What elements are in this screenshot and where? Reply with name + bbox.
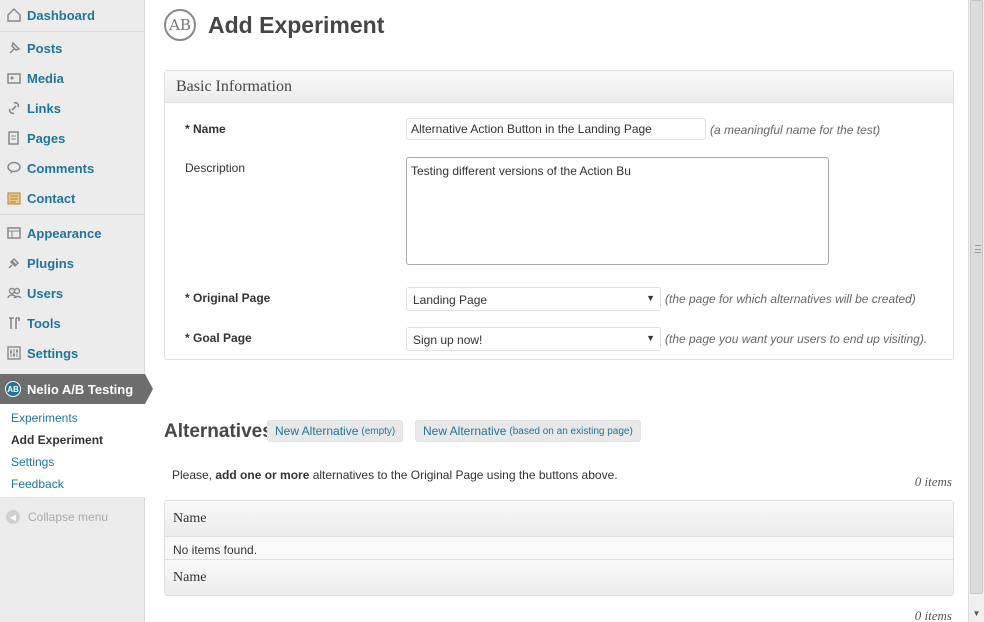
sidebar-item-label: Users — [27, 285, 64, 301]
sidebar-item-dashboard[interactable]: Dashboard — [0, 0, 145, 30]
sidebar-item-users[interactable]: Users — [0, 278, 145, 308]
vertical-scrollbar[interactable]: ▼ — [968, 0, 984, 622]
page-title: Add Experiment — [208, 12, 385, 38]
sidebar-item-pages[interactable]: Pages — [0, 123, 145, 153]
goal-page-value: Sign up now! — [413, 333, 483, 347]
sidebar-item-label: Plugins — [27, 255, 74, 271]
scroll-down-arrow-icon[interactable]: ▼ — [970, 606, 983, 620]
description-textarea[interactable]: Testing different versions of the Action… — [406, 157, 829, 265]
media-icon — [6, 70, 22, 86]
table-footer-name[interactable]: Name — [165, 559, 953, 595]
submenu-add-experiment[interactable]: Add Experiment — [11, 433, 103, 447]
sidebar-item-media[interactable]: Media — [0, 63, 145, 93]
dashboard-icon — [6, 7, 22, 23]
sidebar-item-tools[interactable]: Tools — [0, 308, 145, 338]
sidebar-item-label: Settings — [27, 345, 79, 361]
settings-icon — [6, 345, 22, 361]
notice-text: alternatives to the Original Page using … — [309, 468, 618, 482]
sidebar-item-contact[interactable]: Contact — [0, 183, 145, 213]
sidebar-item-label: Links — [27, 100, 61, 116]
main-content: AB Add Experiment Basic Information * Na… — [146, 0, 968, 622]
button-sublabel: (based on an existing page) — [509, 425, 633, 437]
name-hint: (a meaningful name for the test) — [710, 123, 881, 137]
contact-icon — [6, 190, 22, 206]
sidebar-item-appearance[interactable]: Appearance — [0, 218, 145, 248]
notice-bold-text: add one or more — [215, 468, 310, 482]
sidebar-item-label: Contact — [27, 190, 76, 206]
original-page-select[interactable]: Landing Page ▼ — [406, 287, 661, 311]
collapse-menu-button[interactable]: ◀ Collapse menu — [6, 510, 108, 524]
goal-page-label: * Goal Page — [185, 331, 252, 345]
sidebar-item-settings[interactable]: Settings — [0, 338, 145, 368]
items-count-bottom: 0 items — [914, 608, 952, 622]
sidebar-item-label: Pages — [27, 130, 66, 146]
admin-sidebar: Dashboard Posts Media Links Pages Commen… — [0, 0, 153, 622]
dropdown-arrow-icon: ▼ — [646, 333, 655, 343]
table-header-name[interactable]: Name — [165, 501, 953, 537]
sidebar-item-links[interactable]: Links — [0, 93, 145, 123]
link-icon — [6, 100, 22, 116]
sidebar-item-label: Media — [27, 70, 64, 86]
new-alternative-empty-button[interactable]: New Alternative (empty) — [267, 420, 404, 442]
submenu-feedback[interactable]: Feedback — [11, 477, 64, 491]
plugin-icon — [6, 255, 22, 271]
name-input[interactable] — [406, 118, 706, 140]
tools-icon — [6, 315, 22, 331]
sidebar-item-label: Dashboard — [27, 7, 95, 23]
comment-icon — [6, 160, 22, 176]
sidebar-item-label: Posts — [27, 40, 63, 56]
alternatives-title: Alternatives — [164, 421, 273, 442]
name-label: * Name — [185, 122, 226, 136]
original-page-label: * Original Page — [185, 291, 271, 305]
new-alternative-existing-button[interactable]: New Alternative (based on an existing pa… — [415, 420, 641, 442]
nelio-page-logo-icon: AB — [164, 9, 196, 41]
collapse-arrow-icon: ◀ — [6, 510, 20, 524]
submenu-settings[interactable]: Settings — [11, 455, 54, 469]
sidebar-item-nelio-ab-testing[interactable]: AB Nelio A/B Testing — [0, 374, 153, 404]
description-label: Description — [185, 161, 246, 175]
sidebar-item-label: Tools — [27, 315, 61, 331]
nelio-submenu: Experiments Add Experiment Settings Feed… — [0, 404, 145, 498]
original-page-hint: (the page for which alternatives will be… — [665, 292, 916, 306]
menu-separator — [0, 31, 145, 32]
pin-icon — [6, 40, 22, 56]
sidebar-item-comments[interactable]: Comments — [0, 153, 145, 183]
no-items-text: No items found. — [173, 543, 258, 557]
appearance-icon — [6, 225, 22, 241]
sidebar-item-posts[interactable]: Posts — [0, 33, 145, 63]
nelio-logo-icon: AB — [5, 381, 21, 397]
goal-page-hint: (the page you want your users to end up … — [665, 332, 928, 346]
alternatives-notice: Please, add one or more alternatives to … — [172, 468, 618, 482]
button-sublabel: (empty) — [361, 425, 396, 437]
goal-page-select[interactable]: Sign up now! ▼ — [406, 327, 661, 351]
original-page-value: Landing Page — [413, 293, 488, 307]
button-label: New Alternative — [423, 424, 507, 438]
sidebar-item-plugins[interactable]: Plugins — [0, 248, 145, 278]
sidebar-item-label: Nelio A/B Testing — [27, 381, 134, 397]
scrollbar-grip-icon — [975, 245, 981, 253]
pages-icon — [6, 130, 22, 146]
sidebar-item-label: Comments — [27, 160, 95, 176]
users-icon — [6, 285, 22, 301]
button-label: New Alternative — [275, 424, 359, 438]
collapse-menu-label: Collapse menu — [28, 510, 109, 524]
basic-information-box: Basic Information * Name (a meaningful n… — [164, 70, 954, 360]
menu-separator — [0, 214, 145, 215]
alternatives-table: Name No items found. Name — [164, 500, 954, 596]
notice-text: Please, — [172, 468, 216, 482]
sidebar-item-label: Appearance — [27, 225, 102, 241]
basic-information-header: Basic Information — [165, 71, 953, 103]
submenu-experiments[interactable]: Experiments — [11, 411, 78, 425]
dropdown-arrow-icon: ▼ — [646, 293, 655, 303]
items-count-top: 0 items — [914, 474, 952, 489]
scrollbar-thumb[interactable] — [970, 0, 983, 594]
